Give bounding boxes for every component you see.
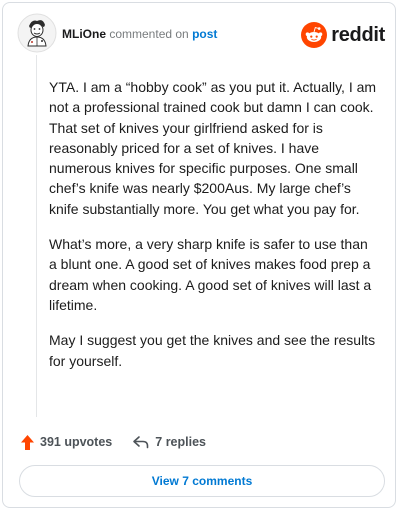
comment-header: MLiOne commented on post reddit xyxy=(17,13,387,57)
upvote-button[interactable]: 391 upvotes xyxy=(20,434,112,451)
view-comments-button[interactable]: View 7 comments xyxy=(19,465,385,497)
comment-paragraph: YTA. I am a “hobby cook” as you put it. … xyxy=(49,79,377,217)
username[interactable]: MLiOne xyxy=(62,27,106,41)
comment-actions: 391 upvotes 7 replies xyxy=(20,432,206,452)
comment-byline: MLiOne commented on post xyxy=(62,27,217,41)
user-avatar[interactable] xyxy=(17,13,57,53)
post-link[interactable]: post xyxy=(192,27,217,41)
avatar-illustration xyxy=(17,13,57,53)
reply-arrow-icon xyxy=(133,436,149,449)
replies-button[interactable]: 7 replies xyxy=(132,435,206,449)
comment-paragraph: What’s more, a very sharp knife is safer… xyxy=(49,236,372,313)
reddit-logo[interactable]: reddit xyxy=(301,22,385,48)
reply-count: 7 replies xyxy=(155,435,206,449)
comment-paragraph: May I suggest you get the knives and see… xyxy=(49,332,376,369)
thread-line[interactable] xyxy=(36,55,37,417)
action-text: commented on xyxy=(109,27,189,41)
comment-card: MLiOne commented on post reddit YTA. I a… xyxy=(2,2,396,508)
reddit-wordmark: reddit xyxy=(331,23,385,46)
comment-body: YTA. I am a “hobby cook” as you put it. … xyxy=(49,77,379,386)
upvote-count: 391 upvotes xyxy=(40,435,113,449)
reddit-snoo-icon xyxy=(301,22,328,48)
upvote-arrow-icon xyxy=(21,434,34,450)
